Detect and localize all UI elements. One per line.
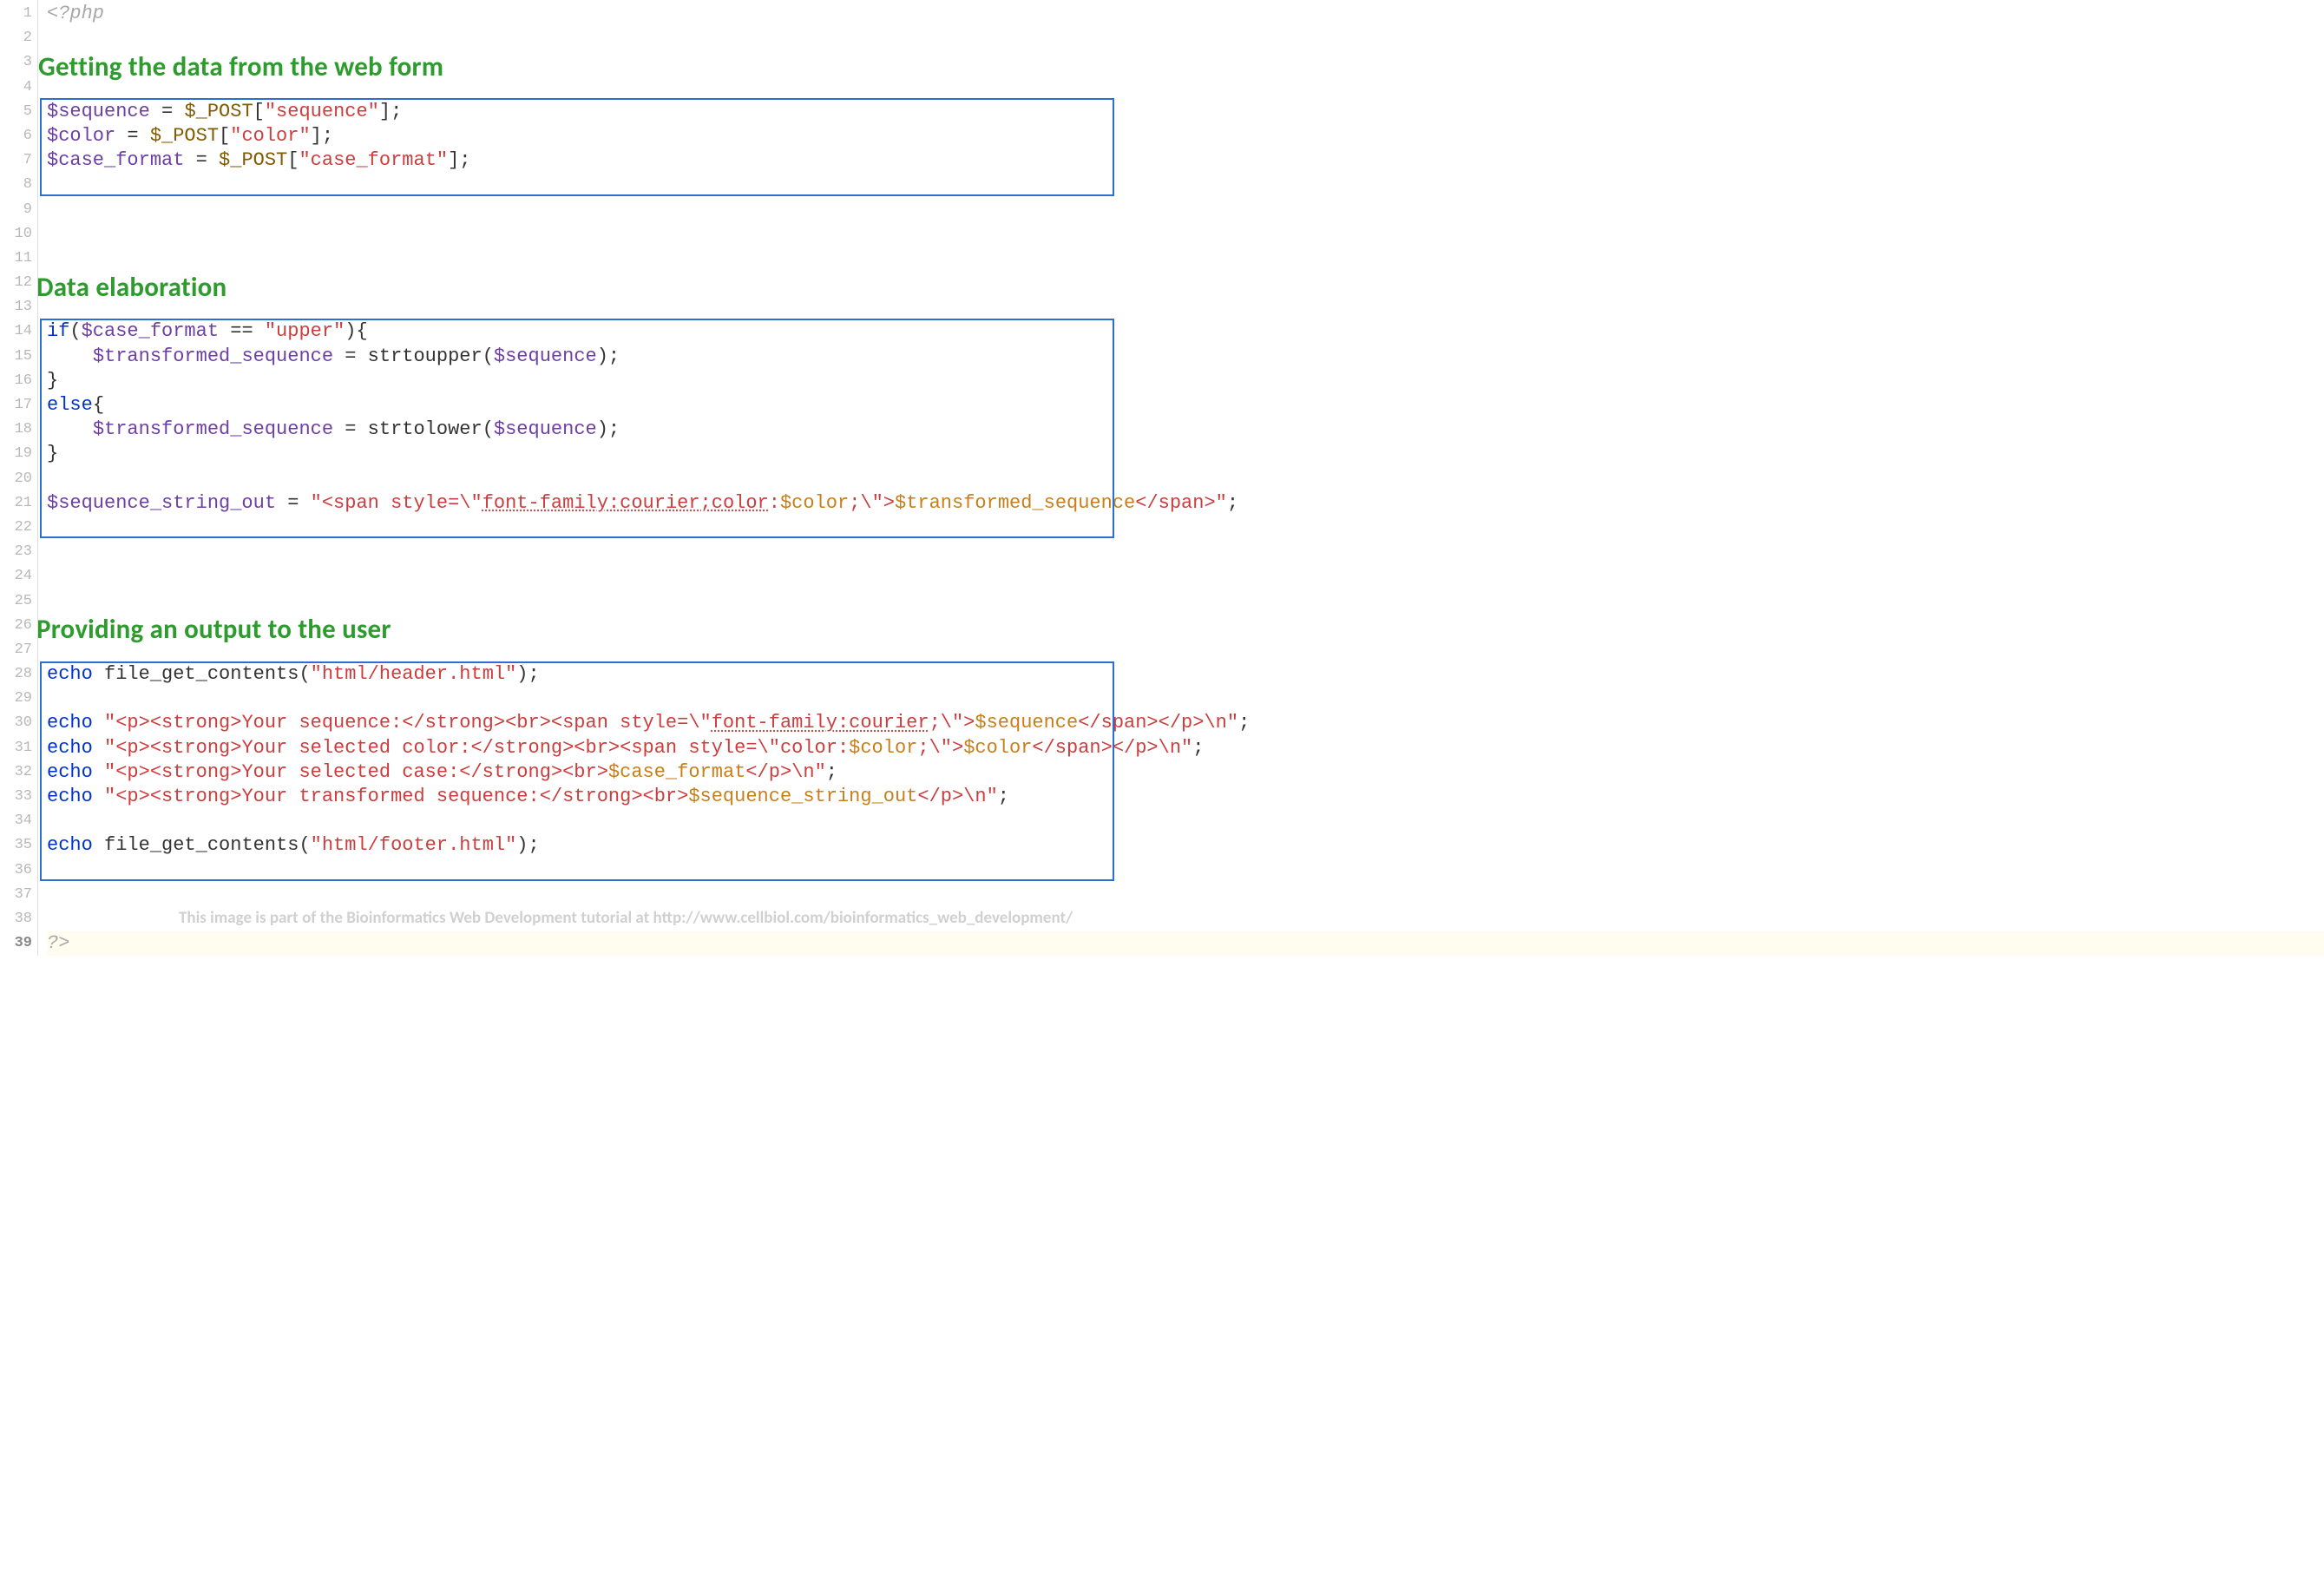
- line-number: 25: [0, 589, 37, 614]
- line-number: 33: [0, 785, 37, 809]
- line-number: 6: [0, 124, 37, 148]
- code-line[interactable]: [47, 858, 2324, 883]
- code-line[interactable]: [47, 564, 2324, 589]
- line-number: 4: [0, 76, 37, 100]
- line-number: 38: [0, 907, 37, 931]
- line-number: 8: [0, 173, 37, 197]
- line-number: 11: [0, 247, 37, 271]
- line-number: 12: [0, 271, 37, 295]
- code-line[interactable]: [47, 589, 2324, 614]
- line-number: 9: [0, 198, 37, 222]
- line-number: 27: [0, 638, 37, 662]
- line-number: 31: [0, 736, 37, 760]
- line-number: 26: [0, 614, 37, 638]
- code-line[interactable]: echo file_get_contents("html/footer.html…: [47, 833, 2324, 858]
- code-line[interactable]: <?php: [47, 2, 2324, 26]
- line-number: 23: [0, 540, 37, 564]
- code-line[interactable]: echo "<p><strong>Your selected case:</st…: [47, 760, 2324, 785]
- code-line[interactable]: echo "<p><strong>Your selected color:</s…: [47, 736, 2324, 760]
- code-line[interactable]: if($case_format == "upper"){: [47, 319, 2324, 344]
- line-number: 21: [0, 491, 37, 516]
- line-number: 29: [0, 687, 37, 711]
- line-number: 32: [0, 760, 37, 785]
- code-line[interactable]: [47, 26, 2324, 50]
- code-line[interactable]: [47, 271, 2324, 295]
- line-number: 30: [0, 711, 37, 735]
- line-number: 3: [0, 50, 37, 75]
- code-line[interactable]: [47, 467, 2324, 491]
- code-line[interactable]: [47, 809, 2324, 833]
- code-line[interactable]: $sequence_string_out = "<span style=\"fo…: [47, 491, 2324, 516]
- line-number: 36: [0, 858, 37, 883]
- php-open-tag: <?php: [47, 3, 104, 24]
- code-line[interactable]: }: [47, 442, 2324, 466]
- line-number: 2: [0, 26, 37, 50]
- line-number: 34: [0, 809, 37, 833]
- code-line[interactable]: [47, 883, 2324, 907]
- code-editor-area[interactable]: Getting the data from the web form Data …: [38, 0, 2324, 956]
- line-number: 14: [0, 319, 37, 344]
- line-number: 7: [0, 148, 37, 173]
- line-number: 15: [0, 345, 37, 369]
- line-number: 17: [0, 393, 37, 418]
- line-number: 39: [0, 931, 37, 956]
- code-line[interactable]: [47, 222, 2324, 247]
- code-line[interactable]: $case_format = $_POST["case_format"];: [47, 148, 2324, 173]
- code-line[interactable]: $transformed_sequence = strtolower($sequ…: [47, 418, 2324, 442]
- line-number: 22: [0, 516, 37, 540]
- section-heading-1: Getting the data from the web form: [38, 50, 449, 85]
- line-number: 20: [0, 467, 37, 491]
- code-line[interactable]: [47, 198, 2324, 222]
- line-number: 1: [0, 2, 37, 26]
- line-number: 16: [0, 369, 37, 393]
- code-line[interactable]: echo "<p><strong>Your sequence:</strong>…: [47, 711, 2324, 735]
- line-number: 5: [0, 100, 37, 124]
- line-number: 13: [0, 295, 37, 319]
- code-line[interactable]: [47, 247, 2324, 271]
- code-line[interactable]: [47, 687, 2324, 711]
- code-line[interactable]: $transformed_sequence = strtoupper($sequ…: [47, 345, 2324, 369]
- line-number: 18: [0, 418, 37, 442]
- code-line[interactable]: $sequence = $_POST["sequence"];: [47, 100, 2324, 124]
- watermark-text: This image is part of the Bioinformatics…: [179, 908, 1073, 929]
- code-line[interactable]: $color = $_POST["color"];: [47, 124, 2324, 148]
- code-line[interactable]: [47, 173, 2324, 197]
- code-line[interactable]: [47, 295, 2324, 319]
- line-number: 24: [0, 564, 37, 589]
- line-number: 35: [0, 833, 37, 858]
- line-number: 28: [0, 662, 37, 687]
- section-heading-3: Providing an output to the user: [38, 613, 397, 648]
- line-number: 19: [0, 442, 37, 466]
- code-line[interactable]: }: [47, 369, 2324, 393]
- php-close-tag: ?>: [47, 932, 69, 954]
- code-line[interactable]: else{: [47, 393, 2324, 418]
- code-line[interactable]: echo "<p><strong>Your transformed sequen…: [47, 785, 2324, 809]
- code-line[interactable]: [47, 540, 2324, 564]
- code-line[interactable]: [47, 516, 2324, 540]
- line-number: 37: [0, 883, 37, 907]
- section-heading-2: Data elaboration: [38, 271, 232, 306]
- line-number-gutter: 1234567891011121314151617181920212223242…: [0, 0, 38, 956]
- code-line[interactable]: echo file_get_contents("html/header.html…: [47, 662, 2324, 687]
- code-line[interactable]: ?>: [47, 931, 2324, 956]
- line-number: 10: [0, 222, 37, 247]
